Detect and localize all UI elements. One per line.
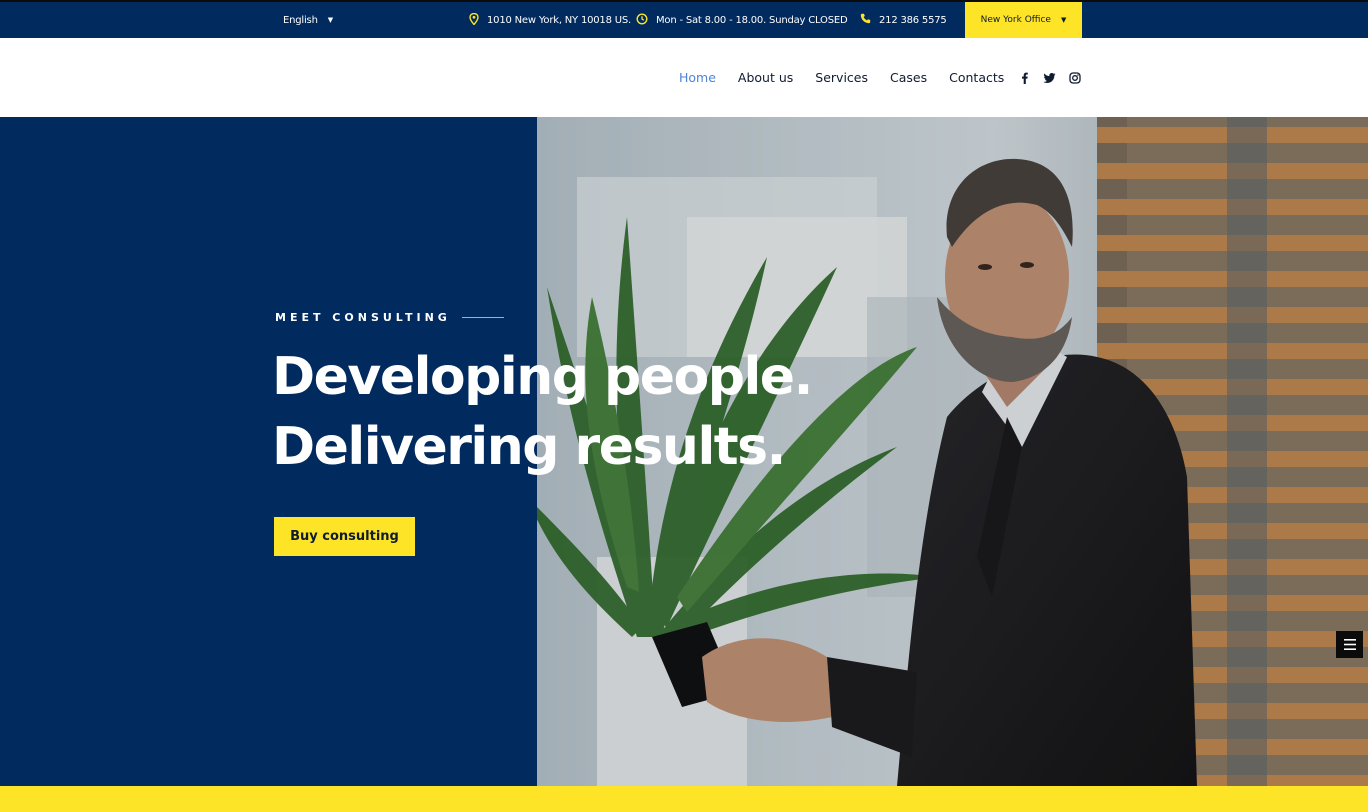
language-selector[interactable]: English ▼: [283, 2, 333, 38]
main-nav: Home About us Services Cases Contacts: [679, 38, 1026, 117]
office-selector[interactable]: New York Office ▼: [965, 2, 1082, 38]
menu-icon[interactable]: [1336, 631, 1363, 658]
nav-item-about-us[interactable]: About us: [738, 70, 793, 85]
twitter-icon[interactable]: [1043, 72, 1056, 84]
map-pin-icon: [469, 12, 479, 28]
hero-eyebrow: MEET CONSULTING: [275, 311, 451, 324]
address-info: 1010 New York, NY 10018 US.: [469, 2, 631, 38]
eyebrow-divider: [462, 317, 504, 318]
phone-text: 212 386 5575: [879, 14, 947, 26]
bottom-accent-strip: [0, 786, 1368, 812]
facebook-icon[interactable]: [1019, 72, 1030, 84]
hours-text: Mon - Sat 8.00 - 18.00. Sunday CLOSED: [656, 14, 848, 26]
clock-icon: [636, 12, 648, 28]
nav-item-services[interactable]: Services: [815, 70, 868, 85]
hours-info: Mon - Sat 8.00 - 18.00. Sunday CLOSED: [636, 2, 848, 38]
hero-headline: Developing people. Delivering results.: [272, 342, 813, 482]
site-header: Home About us Services Cases Contacts: [0, 38, 1368, 117]
top-bar: English ▼ 1010 New York, NY 10018 US. Mo…: [0, 0, 1368, 38]
caret-down-icon: ▼: [1060, 16, 1067, 24]
social-links: [1019, 38, 1081, 117]
instagram-icon[interactable]: [1069, 71, 1081, 84]
office-label: New York Office: [980, 15, 1051, 25]
nav-item-cases[interactable]: Cases: [890, 70, 927, 85]
buy-consulting-button[interactable]: Buy consulting: [274, 517, 415, 556]
headline-line-1: Developing people.: [272, 347, 813, 407]
headline-line-2: Delivering results.: [272, 417, 786, 477]
caret-down-icon: ▼: [327, 16, 333, 24]
nav-item-home[interactable]: Home: [679, 70, 716, 85]
language-label: English: [283, 14, 318, 26]
phone-icon: [860, 13, 871, 27]
nav-item-contacts[interactable]: Contacts: [949, 70, 1004, 85]
phone-info[interactable]: 212 386 5575: [860, 2, 947, 38]
address-text: 1010 New York, NY 10018 US.: [487, 14, 631, 26]
hero-section: MEET CONSULTING Developing people. Deliv…: [0, 117, 1368, 786]
